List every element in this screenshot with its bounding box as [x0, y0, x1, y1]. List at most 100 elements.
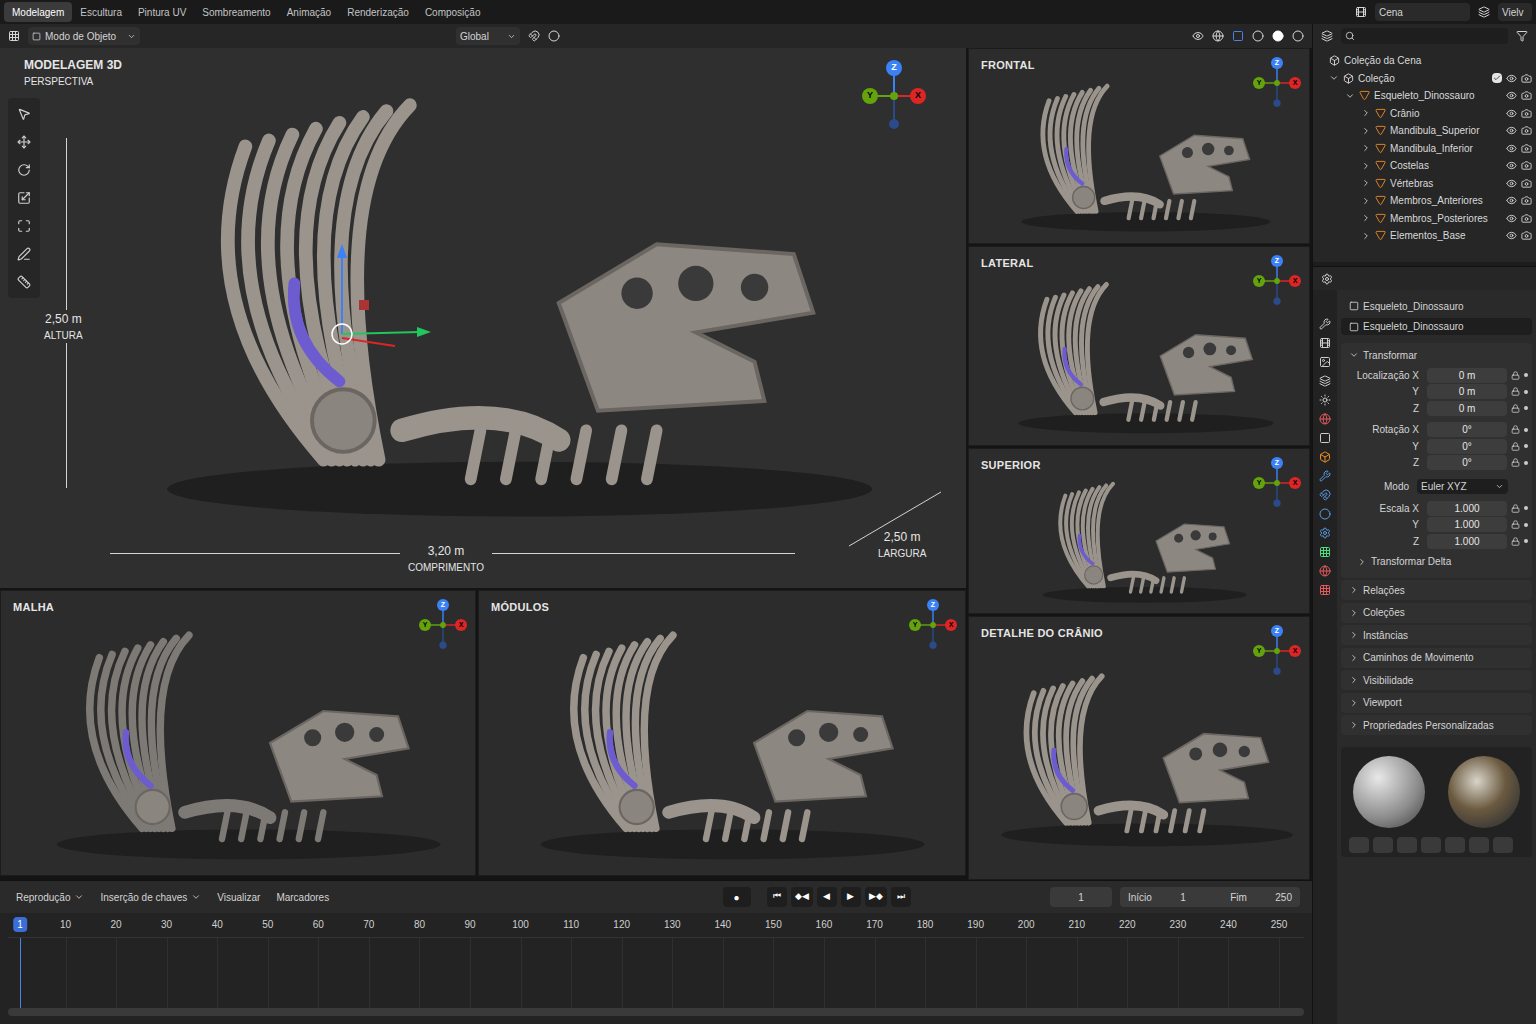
eye-icon[interactable] — [1506, 195, 1517, 206]
property-tab-icon[interactable] — [1319, 508, 1331, 520]
property-tab-icon[interactable] — [1319, 546, 1331, 558]
view-layer-field[interactable]: Vielv — [1498, 3, 1532, 21]
matcap-sphere[interactable] — [1353, 756, 1425, 828]
timeline-menu[interactable]: Inserção de chaves — [96, 890, 205, 905]
eye-icon[interactable] — [1506, 230, 1517, 241]
tool-button[interactable] — [12, 158, 36, 182]
eye-icon[interactable] — [1506, 160, 1517, 171]
outliner-row[interactable]: Esqueleto_Dinossauro — [1313, 87, 1536, 105]
lock-icon[interactable] — [1511, 520, 1520, 529]
orientation-select[interactable]: Global — [456, 27, 520, 45]
timeline[interactable]: ReproduçãoInserção de chavesVisualizarMa… — [0, 880, 1312, 1024]
axis-gizmo[interactable]: ZYX — [1253, 255, 1301, 307]
xray-icon[interactable] — [1232, 30, 1244, 42]
solid-shading-icon[interactable] — [1272, 30, 1284, 42]
viewport[interactable]: LATERALZYX — [968, 246, 1310, 446]
workspace-tab[interactable]: Escultura — [72, 2, 130, 22]
eye-icon[interactable] — [1506, 213, 1517, 224]
tool-button[interactable] — [12, 186, 36, 210]
camera-icon[interactable] — [1521, 90, 1532, 101]
preview-option[interactable] — [1445, 837, 1465, 853]
eye-icon[interactable] — [1506, 125, 1517, 136]
transform-gizmo-icon[interactable] — [325, 238, 435, 348]
camera-icon[interactable] — [1521, 195, 1532, 206]
outliner-row[interactable]: Coleção — [1313, 70, 1536, 88]
eye-icon[interactable] — [1506, 108, 1517, 119]
eye-icon[interactable] — [1506, 73, 1517, 84]
lock-icon[interactable] — [1511, 387, 1520, 396]
material-shading-icon[interactable] — [1292, 30, 1304, 42]
playback-button[interactable]: ▶◆ — [865, 887, 887, 907]
expand-icon[interactable] — [1361, 178, 1371, 188]
property-tab-icon[interactable] — [1319, 413, 1331, 425]
property-field[interactable]: 0 m — [1427, 401, 1507, 416]
viewport[interactable]: MALHAZYX — [0, 590, 476, 876]
lock-icon[interactable] — [1511, 537, 1520, 546]
tool-button[interactable] — [12, 102, 36, 126]
playhead[interactable] — [20, 938, 21, 1008]
collection-checkbox[interactable] — [1492, 73, 1502, 83]
outliner-row[interactable]: Mandibula_Superior — [1313, 122, 1536, 140]
playback-button[interactable]: ⏭ — [891, 887, 911, 907]
lock-icon[interactable] — [1511, 442, 1520, 451]
outliner-row[interactable]: Vértebras — [1313, 175, 1536, 193]
property-tab-icon[interactable] — [1319, 565, 1331, 577]
property-tab-icon[interactable] — [1319, 489, 1331, 501]
current-frame-field[interactable]: 1 — [1050, 887, 1112, 907]
property-row[interactable]: Z0° — [1341, 455, 1532, 472]
viewport[interactable]: DETALHE DO CRÂNIOZYX — [968, 616, 1310, 880]
outliner-row[interactable]: Membros_Posteriores — [1313, 210, 1536, 228]
camera-icon[interactable] — [1521, 125, 1532, 136]
property-tab-icon[interactable] — [1319, 318, 1331, 330]
expand-icon[interactable] — [1361, 231, 1371, 241]
property-field[interactable]: 1.000 — [1427, 501, 1507, 516]
expand-icon[interactable] — [1345, 91, 1355, 101]
section-header[interactable]: Coleções — [1341, 603, 1532, 623]
property-row[interactable]: Y0° — [1341, 438, 1532, 455]
playback-button[interactable]: ◀ — [817, 887, 837, 907]
keyframe-dot[interactable] — [1524, 539, 1528, 543]
expand-icon[interactable] — [1361, 143, 1371, 153]
hdri-sphere[interactable] — [1448, 756, 1520, 828]
viewport[interactable]: MÓDULOSZYX — [478, 590, 966, 876]
filter-icon[interactable] — [1516, 30, 1528, 42]
preview-option[interactable] — [1469, 837, 1489, 853]
timeline-menu[interactable]: Marcadores — [272, 890, 333, 905]
camera-icon[interactable] — [1521, 73, 1532, 84]
preview-option[interactable] — [1397, 837, 1417, 853]
eye-icon[interactable] — [1506, 178, 1517, 189]
property-row[interactable]: Escala X1.000 — [1341, 500, 1532, 517]
tool-button[interactable] — [12, 242, 36, 266]
property-tab-icon[interactable] — [1319, 356, 1331, 368]
axis-gizmo[interactable]: ZYX — [909, 599, 957, 651]
preview-option[interactable] — [1349, 837, 1369, 853]
property-tab-icon[interactable] — [1319, 470, 1331, 482]
property-row[interactable]: Y1.000 — [1341, 517, 1532, 534]
section-header[interactable]: Propriedades Personalizadas — [1341, 715, 1532, 735]
axis-gizmo[interactable]: ZYX — [1253, 625, 1301, 677]
property-field[interactable]: 1.000 — [1427, 534, 1507, 549]
expand-icon[interactable] — [1361, 196, 1371, 206]
keyframe-dot[interactable] — [1524, 373, 1528, 377]
viewport[interactable]: SUPERIORZYX — [968, 448, 1310, 614]
keyframe-dot[interactable] — [1524, 428, 1528, 432]
eye-icon[interactable] — [1506, 143, 1517, 154]
workspace-tab[interactable]: Composição — [417, 2, 489, 22]
lock-icon[interactable] — [1511, 404, 1520, 413]
tool-button[interactable] — [12, 130, 36, 154]
playback-button[interactable]: ◆◀ — [791, 887, 813, 907]
outliner-row[interactable]: Crânio — [1313, 105, 1536, 123]
camera-icon[interactable] — [1521, 178, 1532, 189]
outliner-row[interactable]: Elementos_Base — [1313, 227, 1536, 245]
mode-select[interactable]: Euler XYZ — [1417, 479, 1508, 494]
subsection-header[interactable]: Transformar Delta — [1341, 550, 1532, 574]
record-button[interactable]: ● — [723, 887, 751, 907]
keyframe-dot[interactable] — [1524, 461, 1528, 465]
camera-icon[interactable] — [1521, 213, 1532, 224]
property-field[interactable]: 0 m — [1427, 368, 1507, 383]
camera-icon[interactable] — [1521, 143, 1532, 154]
expand-icon[interactable] — [1361, 161, 1371, 171]
property-field[interactable]: 0° — [1427, 422, 1507, 437]
outliner-search[interactable] — [1341, 28, 1508, 44]
editor-type-icon[interactable] — [8, 30, 20, 42]
